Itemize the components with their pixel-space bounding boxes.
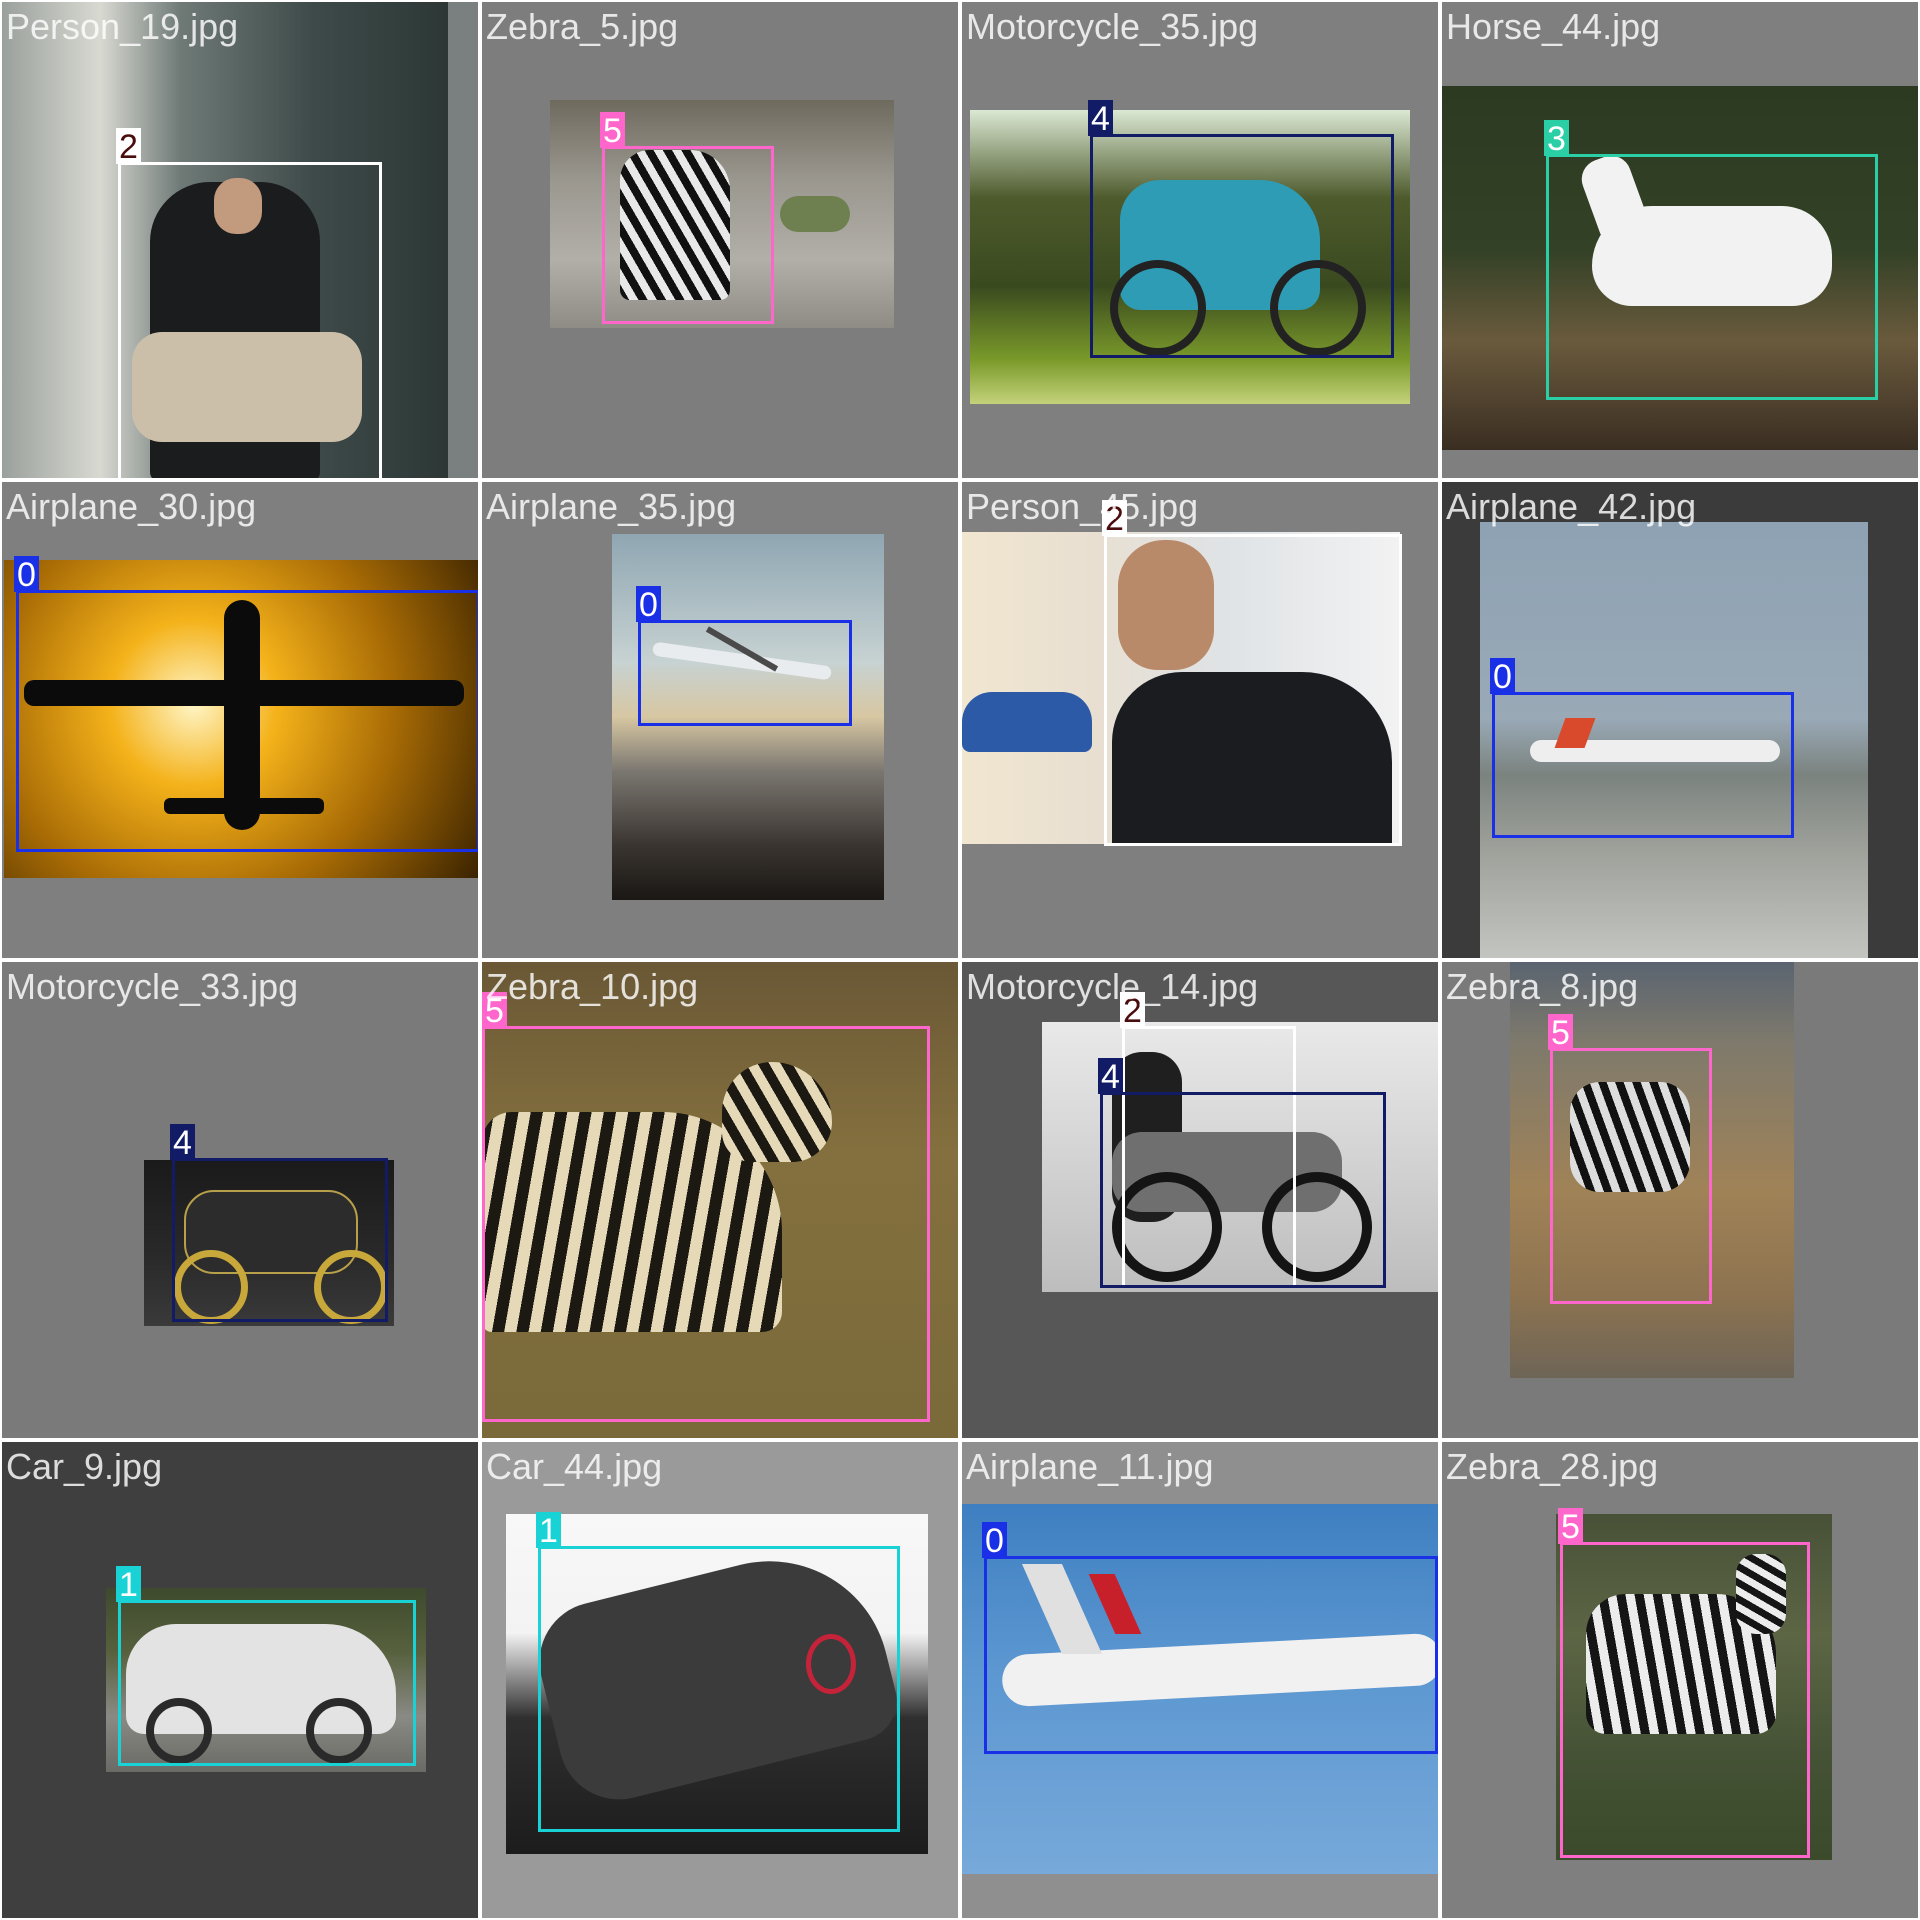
image-filename: Horse_44.jpg: [1446, 6, 1661, 47]
class-label: 0: [14, 556, 39, 592]
bounding-box: [1104, 534, 1402, 846]
bounding-box: [482, 1026, 930, 1422]
image-filename: Zebra_5.jpg: [486, 6, 679, 47]
tile-motorcycle-35[interactable]: 4 Motorcycle_35.jpg: [962, 2, 1438, 478]
tile-airplane-11[interactable]: 0 Airplane_11.jpg: [962, 1442, 1438, 1918]
bounding-box: [1090, 134, 1394, 358]
bounding-box: [1546, 154, 1878, 400]
class-label: 5: [600, 112, 625, 148]
tile-zebra-10[interactable]: 5 Zebra_10.jpg: [482, 962, 958, 1438]
bounding-box: [172, 1158, 388, 1322]
class-label: 2: [116, 128, 141, 164]
image-filename: Zebra_10.jpg: [486, 966, 699, 1007]
bounding-box: [1492, 692, 1794, 838]
image-filename: Car_9.jpg: [6, 1446, 163, 1487]
bounding-box: [1100, 1092, 1386, 1288]
image-filename: Motorcycle_33.jpg: [6, 966, 299, 1007]
bounding-box: [1560, 1542, 1810, 1858]
class-label: 3: [1544, 120, 1569, 156]
image-filename: Person_19.jpg: [6, 6, 239, 47]
image-filename: Airplane_30.jpg: [6, 486, 257, 527]
image-filename: Zebra_28.jpg: [1446, 1446, 1659, 1487]
class-label: 5: [1558, 1508, 1583, 1544]
tile-airplane-30[interactable]: 0 Airplane_30.jpg: [2, 482, 478, 958]
tile-airplane-35[interactable]: 0 Airplane_35.jpg: [482, 482, 958, 958]
tile-airplane-42[interactable]: 0 Airplane_42.jpg: [1442, 482, 1918, 958]
class-label: 1: [116, 1566, 141, 1602]
bounding-box: [638, 620, 852, 726]
tile-person-19[interactable]: 2 Person_19.jpg: [2, 2, 478, 478]
class-label: 1: [536, 1512, 561, 1548]
class-label: 4: [1098, 1058, 1123, 1094]
image-filename: Airplane_35.jpg: [486, 486, 737, 527]
class-label: 0: [982, 1522, 1007, 1558]
bounding-box: [118, 1600, 416, 1766]
image-filename: Motorcycle_35.jpg: [966, 6, 1259, 47]
tile-horse-44[interactable]: 3 Horse_44.jpg: [1442, 2, 1918, 478]
class-label: 0: [1490, 658, 1515, 694]
class-label: 0: [636, 586, 661, 622]
class-label: 4: [170, 1124, 195, 1160]
tile-car-44[interactable]: 1 Car_44.jpg: [482, 1442, 958, 1918]
image-filename: Person_45.jpg: [966, 486, 1199, 527]
tile-zebra-8[interactable]: 5 Zebra_8.jpg: [1442, 962, 1918, 1438]
bounding-box: [118, 162, 382, 478]
class-label: 5: [1548, 1014, 1573, 1050]
bounding-box: [602, 146, 774, 324]
bounding-box: [984, 1556, 1438, 1754]
bounding-box: [538, 1546, 900, 1832]
image-filename: Zebra_8.jpg: [1446, 966, 1639, 1007]
image-filename: Motorcycle_14.jpg: [966, 966, 1259, 1007]
tile-zebra-5[interactable]: 5 Zebra_5.jpg: [482, 2, 958, 478]
image-filename: Car_44.jpg: [486, 1446, 663, 1487]
bounding-box: [1550, 1048, 1712, 1304]
image-filename: Airplane_42.jpg: [1446, 486, 1697, 527]
tile-motorcycle-14[interactable]: 2 4 Motorcycle_14.jpg: [962, 962, 1438, 1438]
tile-zebra-28[interactable]: 5 Zebra_28.jpg: [1442, 1442, 1918, 1918]
tile-motorcycle-33[interactable]: 4 Motorcycle_33.jpg: [2, 962, 478, 1438]
bounding-box: [16, 590, 478, 852]
class-label: 4: [1088, 100, 1113, 136]
tile-person-45[interactable]: 2 Person_45.jpg: [962, 482, 1438, 958]
tile-car-9[interactable]: 1 Car_9.jpg: [2, 1442, 478, 1918]
image-filename: Airplane_11.jpg: [966, 1446, 1214, 1487]
detection-mosaic: 2 Person_19.jpg 5 Zebra_5.jpg 4 Motorcyc…: [0, 0, 1920, 1920]
